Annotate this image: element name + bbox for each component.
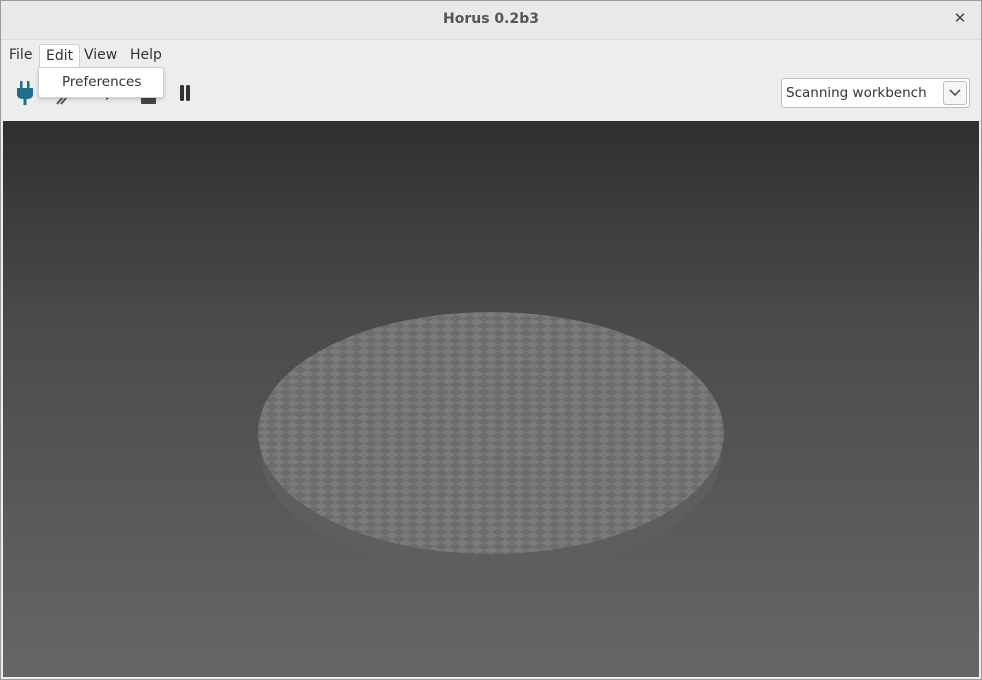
menu-file[interactable]: File (3, 44, 38, 66)
title-bar: Horus 0.2b3 ✕ (1, 1, 981, 40)
window-title: Horus 0.2b3 (443, 11, 539, 27)
app-window: Horus 0.2b3 ✕ File Edit View Help Scanni… (0, 0, 982, 680)
menu-view[interactable]: View (78, 44, 123, 66)
connect-plug-icon[interactable] (13, 80, 37, 106)
edit-menu-dropdown: Preferences (38, 67, 164, 98)
chevron-down-icon[interactable] (943, 81, 967, 105)
pause-icon[interactable] (177, 80, 201, 106)
menu-help[interactable]: Help (124, 44, 168, 66)
3d-viewport[interactable] (3, 121, 979, 677)
workbench-select-value: Scanning workbench (786, 85, 927, 101)
menu-item-preferences[interactable]: Preferences (62, 74, 141, 90)
workbench-select[interactable]: Scanning workbench (781, 78, 970, 108)
menu-edit[interactable]: Edit (39, 44, 81, 69)
close-icon[interactable]: ✕ (951, 9, 969, 27)
scan-platform (258, 312, 724, 574)
menu-bar: File Edit View Help (1, 40, 981, 69)
